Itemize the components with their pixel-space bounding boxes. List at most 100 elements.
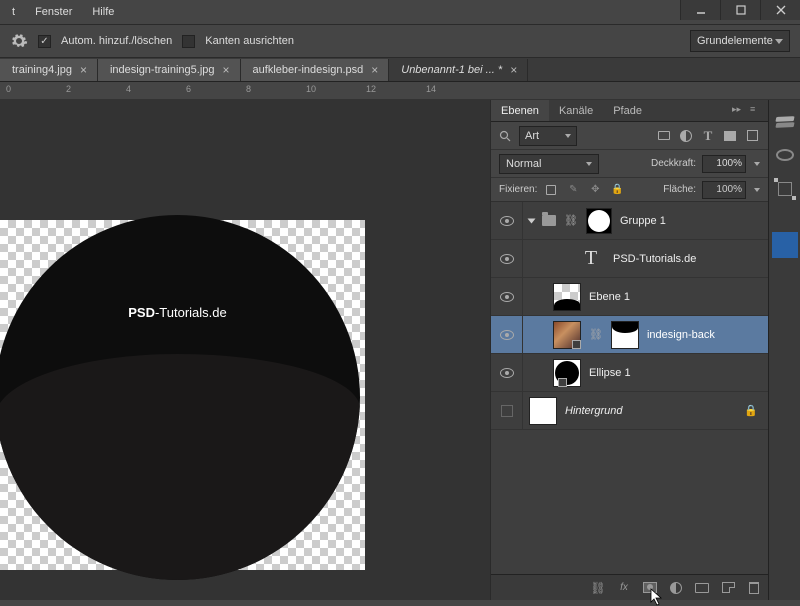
filter-smart-icon[interactable] [744,128,760,144]
visibility-eye-icon[interactable] [500,292,514,302]
vector-mask-badge-icon [558,378,567,387]
blend-mode-dropdown[interactable]: Normal [499,154,599,174]
watermark-text[interactable]: PSD-Tutorials.de [128,305,227,320]
panel-tab-ebenen[interactable]: Ebenen [491,100,549,121]
layer-thumbnail[interactable] [553,359,581,387]
lock-all-icon[interactable]: 🔒 [609,182,625,198]
add-mask-button[interactable] [642,580,658,596]
dock-paths-icon[interactable] [772,176,798,202]
horizontal-ruler[interactable]: 0 2 4 6 8 10 12 14 [0,82,800,100]
tab-close-icon[interactable]: × [371,63,378,77]
mask-thumbnail[interactable] [611,321,639,349]
layer-row-hintergrund[interactable]: Hintergrund 🔒 [491,392,768,430]
opacity-field[interactable]: 100% [702,155,746,173]
dock-channels-icon[interactable] [772,142,798,168]
window-maximize-button[interactable] [720,0,760,20]
tab-close-icon[interactable]: × [223,63,230,77]
lock-position-icon[interactable]: ✥ [587,182,603,198]
window-controls [680,0,800,20]
window-minimize-button[interactable] [680,0,720,20]
canvas-area[interactable]: PSD-Tutorials.de [0,100,490,600]
panel-collapse-icon[interactable]: ▸▸ [732,104,746,118]
layer-row-text[interactable]: T PSD-Tutorials.de [491,240,768,278]
panel-tabs: Ebenen Kanäle Pfade ▸▸ ≡ [491,100,768,122]
tool-preset-dropdown[interactable]: Grundelemente [690,30,790,52]
opacity-chevron-icon[interactable] [754,162,760,166]
visibility-eye-icon[interactable] [500,254,514,264]
tab-aufkleber[interactable]: aufkleber-indesign.psd× [241,59,390,81]
layer-row-group[interactable]: ⛓ Gruppe 1 [491,202,768,240]
chevron-down-icon [586,162,592,166]
layer-name[interactable]: Hintergrund [565,405,622,417]
fill-chevron-icon[interactable] [754,188,760,192]
tab-label: indesign-training5.jpg [110,64,215,76]
layer-thumbnail[interactable] [529,397,557,425]
link-icon[interactable]: ⛓ [589,328,603,341]
filter-shape-icon[interactable] [722,128,738,144]
new-group-button[interactable] [694,580,710,596]
filter-adjustment-icon[interactable] [678,128,694,144]
panel-tab-kanaele[interactable]: Kanäle [549,100,603,121]
visibility-eye-icon[interactable] [500,330,514,340]
layer-name[interactable]: PSD-Tutorials.de [613,253,696,265]
layers-panel: Ebenen Kanäle Pfade ▸▸ ≡ Art T [490,100,768,600]
align-edges-checkbox[interactable] [182,35,195,48]
panel-menu-icon[interactable]: ≡ [750,104,764,118]
dock-collapsed-panel-icon[interactable] [772,232,798,258]
layer-row-ebene1[interactable]: Ebene 1 [491,278,768,316]
delete-layer-button[interactable] [746,580,762,596]
panel-tab-pfade[interactable]: Pfade [603,100,652,121]
auto-add-checkbox[interactable] [38,35,51,48]
mask-thumbnail[interactable] [586,208,612,234]
layer-name[interactable]: Ebene 1 [589,291,630,303]
layer-style-button[interactable]: fx [616,580,632,596]
layer-name[interactable]: indesign-back [647,329,715,341]
layer-thumbnail[interactable] [553,321,581,349]
visibility-eye-icon[interactable] [500,216,514,226]
link-icon[interactable]: ⛓ [564,214,578,227]
type-layer-icon[interactable]: T [577,245,605,273]
menu-item-t[interactable]: t [12,6,15,18]
tab-unbenannt1[interactable]: Unbenannt-1 bei ... * × [389,59,528,81]
folder-icon [542,215,556,226]
filter-pixel-icon[interactable] [656,128,672,144]
layer-name[interactable]: Ellipse 1 [589,367,631,379]
menu-item-fenster[interactable]: Fenster [35,6,72,18]
watermark-bold: PSD [128,305,155,320]
gear-icon[interactable] [10,32,28,50]
layer-row-indesign-back[interactable]: ⛓ indesign-back [491,316,768,354]
lock-pixels-icon[interactable]: ✎ [565,182,581,198]
lock-transparency-icon[interactable] [543,182,559,198]
menu-item-hilfe[interactable]: Hilfe [92,6,114,18]
tab-close-icon[interactable]: × [510,63,517,77]
menu-bar: t Fenster Hilfe [0,0,800,24]
visibility-off-icon[interactable] [501,405,513,417]
fold-toggle-icon[interactable] [528,218,536,223]
tab-close-icon[interactable]: × [80,63,87,77]
ruler-tick: 2 [66,84,71,94]
lock-row: Fixieren: ✎ ✥ 🔒 Fläche: 100% [491,178,768,202]
lock-label: Fixieren: [499,184,537,195]
filter-kind-dropdown[interactable]: Art [519,126,577,146]
filter-type-icon[interactable]: T [700,128,716,144]
search-icon[interactable] [499,130,511,142]
new-adjustment-button[interactable] [668,580,684,596]
disc-shape[interactable]: PSD-Tutorials.de [0,215,360,580]
artboard[interactable]: PSD-Tutorials.de [0,220,365,570]
visibility-eye-icon[interactable] [500,368,514,378]
link-layers-button[interactable]: ⛓ [590,580,606,596]
fill-field[interactable]: 100% [702,181,746,199]
layer-thumbnail[interactable] [553,283,581,311]
layer-name[interactable]: Gruppe 1 [620,215,666,227]
new-layer-button[interactable] [720,580,736,596]
ruler-tick: 6 [186,84,191,94]
tab-training5[interactable]: indesign-training5.jpg × [98,59,241,81]
ruler-tick: 4 [126,84,131,94]
tab-training4[interactable]: training4.jpg× [0,59,98,81]
options-bar: Autom. hinzuf./löschen Kanten ausrichten… [0,24,800,58]
window-close-button[interactable] [760,0,800,20]
layer-row-ellipse1[interactable]: Ellipse 1 [491,354,768,392]
tab-label: Unbenannt-1 bei ... * [401,64,502,76]
dock-layers-icon[interactable] [772,108,798,134]
auto-add-label: Autom. hinzuf./löschen [61,35,172,47]
